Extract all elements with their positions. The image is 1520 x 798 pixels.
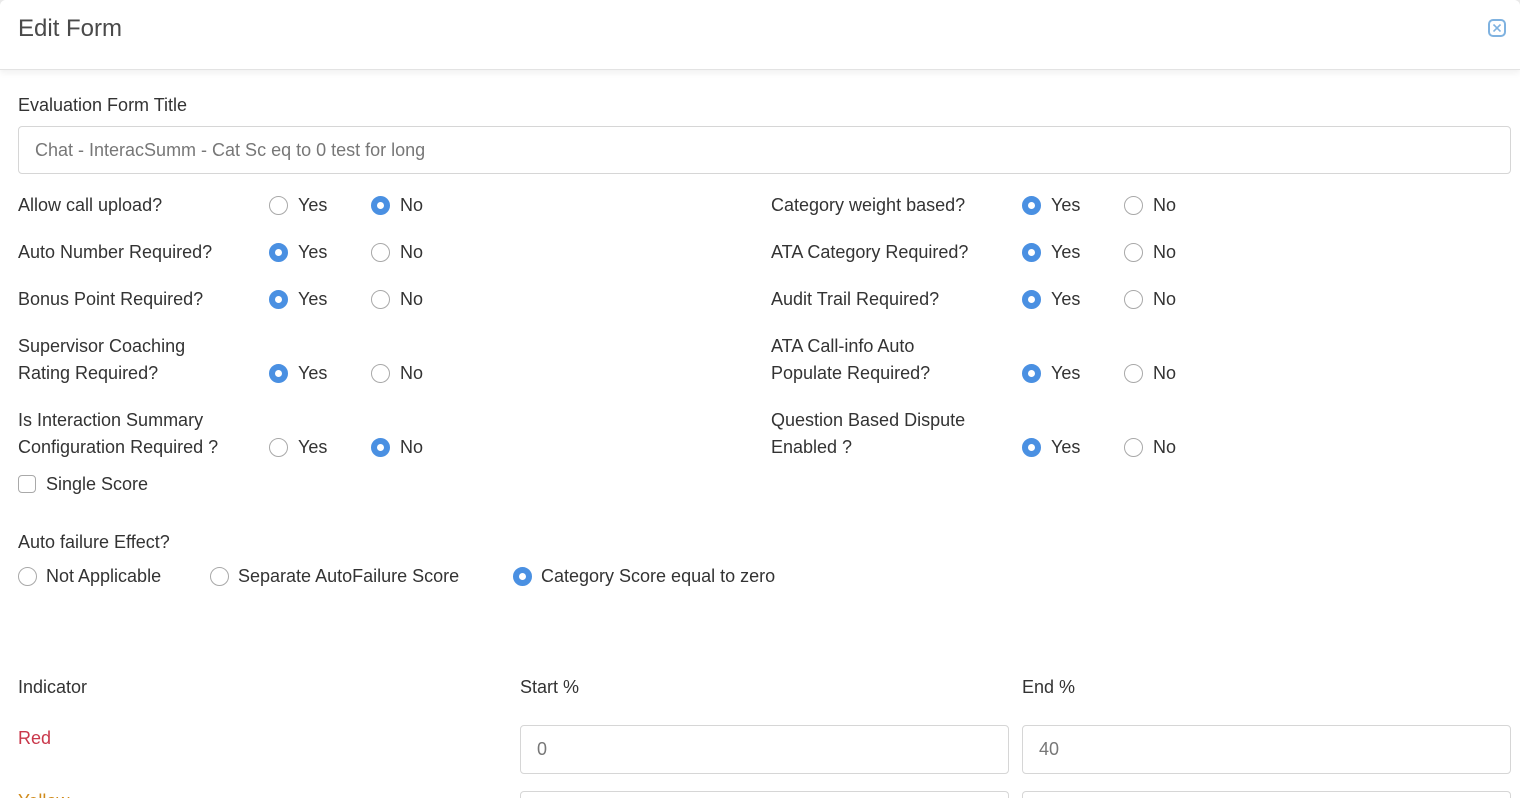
bonus-point-required-no-radio[interactable] — [371, 290, 390, 309]
start-percent-column-header: Start % — [520, 677, 580, 697]
indicator-yellow-label: Yellow — [18, 788, 69, 798]
auto-number-required-label: Auto Number Required? — [18, 242, 213, 262]
evaluation-form-title-input[interactable] — [18, 126, 1511, 174]
supervisor-coaching-no-label: No — [400, 363, 424, 383]
single-score-label: Single Score — [46, 474, 149, 494]
indicator-column-header: Indicator — [18, 677, 88, 697]
auto-number-required-yes-radio[interactable] — [269, 243, 288, 262]
ata-callinfo-no-label: No — [1153, 363, 1177, 383]
audit-trail-required-yes-radio[interactable] — [1022, 290, 1041, 309]
auto-number-required-no-label: No — [400, 242, 424, 262]
category-weight-based-no-label: No — [1153, 195, 1177, 215]
red-start-percent-input[interactable] — [520, 725, 1009, 774]
close-icon[interactable] — [1488, 19, 1506, 37]
question-dispute-label-line2: Enabled ? — [771, 437, 853, 457]
allow-call-upload-yes-label: Yes — [298, 195, 328, 215]
bonus-point-required-label: Bonus Point Required? — [18, 289, 204, 309]
question-dispute-no-radio[interactable] — [1124, 438, 1143, 457]
supervisor-coaching-yes-label: Yes — [298, 363, 328, 383]
red-end-percent-input[interactable] — [1022, 725, 1511, 774]
interaction-summary-no-radio[interactable] — [371, 438, 390, 457]
bonus-point-required-no-label: No — [400, 289, 424, 309]
close-x-glyph — [1493, 24, 1501, 32]
evaluation-form-title-label: Evaluation Form Title — [18, 95, 188, 115]
ata-callinfo-no-radio[interactable] — [1124, 364, 1143, 383]
auto-failure-not-applicable-radio[interactable] — [18, 567, 37, 586]
supervisor-coaching-label-line1: Supervisor Coaching — [18, 336, 186, 356]
ata-category-required-yes-radio[interactable] — [1022, 243, 1041, 262]
bonus-point-required-yes-label: Yes — [298, 289, 328, 309]
category-weight-based-yes-label: Yes — [1051, 195, 1081, 215]
modal-title: Edit Form — [18, 15, 123, 42]
modal-header: Edit Form — [0, 0, 1520, 70]
end-percent-column-header: End % — [1022, 677, 1076, 697]
audit-trail-required-no-label: No — [1153, 289, 1177, 309]
auto-number-required-no-radio[interactable] — [371, 243, 390, 262]
ata-category-required-no-label: No — [1153, 242, 1177, 262]
auto-number-required-yes-label: Yes — [298, 242, 328, 262]
auto-failure-not-applicable-label: Not Applicable — [46, 566, 162, 586]
audit-trail-required-yes-label: Yes — [1051, 289, 1081, 309]
category-weight-based-no-radio[interactable] — [1124, 196, 1143, 215]
ata-category-required-yes-label: Yes — [1051, 242, 1081, 262]
allow-call-upload-no-label: No — [400, 195, 424, 215]
allow-call-upload-yes-radio[interactable] — [269, 196, 288, 215]
edit-form-modal: Edit Form Evaluation Form Title Allow ca… — [0, 0, 1520, 798]
interaction-summary-yes-radio[interactable] — [269, 438, 288, 457]
allow-call-upload-no-radio[interactable] — [371, 196, 390, 215]
interaction-summary-no-label: No — [400, 437, 424, 457]
auto-failure-separate-label: Separate AutoFailure Score — [238, 566, 460, 586]
auto-failure-separate-radio[interactable] — [210, 567, 229, 586]
interaction-summary-label-line1: Is Interaction Summary — [18, 410, 204, 430]
question-dispute-no-label: No — [1153, 437, 1177, 457]
audit-trail-required-label: Audit Trail Required? — [771, 289, 940, 309]
indicator-red-label: Red — [18, 728, 52, 748]
yellow-start-percent-input[interactable] — [520, 791, 1009, 798]
auto-failure-category-zero-radio[interactable] — [513, 567, 532, 586]
supervisor-coaching-label-line2: Rating Required? — [18, 363, 159, 383]
yellow-end-percent-input[interactable] — [1022, 791, 1511, 798]
ata-category-required-label: ATA Category Required? — [771, 242, 969, 262]
ata-callinfo-label-line1: ATA Call-info Auto — [771, 336, 915, 356]
bonus-point-required-yes-radio[interactable] — [269, 290, 288, 309]
supervisor-coaching-yes-radio[interactable] — [269, 364, 288, 383]
question-dispute-yes-radio[interactable] — [1022, 438, 1041, 457]
ata-category-required-no-radio[interactable] — [1124, 243, 1143, 262]
interaction-summary-yes-label: Yes — [298, 437, 328, 457]
ata-callinfo-yes-radio[interactable] — [1022, 364, 1041, 383]
audit-trail-required-no-radio[interactable] — [1124, 290, 1143, 309]
category-weight-based-label: Category weight based? — [771, 195, 966, 215]
auto-failure-label: Auto failure Effect? — [18, 532, 170, 552]
ata-callinfo-yes-label: Yes — [1051, 363, 1081, 383]
single-score-checkbox[interactable] — [18, 475, 36, 493]
ata-callinfo-label-line2: Populate Required? — [771, 363, 931, 383]
auto-failure-category-zero-label: Category Score equal to zero — [541, 566, 776, 586]
category-weight-based-yes-radio[interactable] — [1022, 196, 1041, 215]
allow-call-upload-label: Allow call upload? — [18, 195, 163, 215]
interaction-summary-label-line2: Configuration Required ? — [18, 437, 219, 457]
supervisor-coaching-no-radio[interactable] — [371, 364, 390, 383]
question-dispute-label-line1: Question Based Dispute — [771, 410, 966, 430]
question-dispute-yes-label: Yes — [1051, 437, 1081, 457]
